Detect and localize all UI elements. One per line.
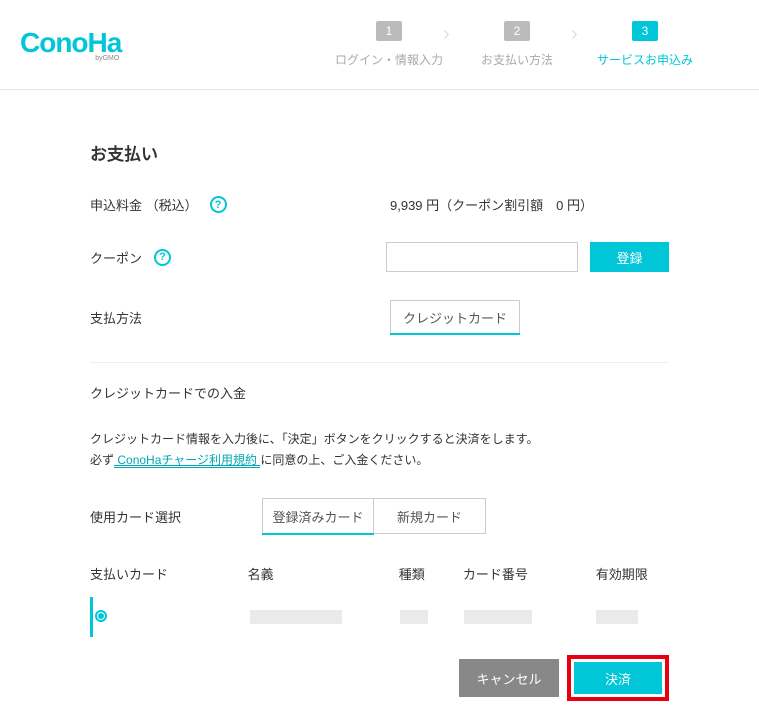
fee-label: 申込料金 （税込） xyxy=(90,195,198,214)
action-bar: キャンセル 決済 xyxy=(90,655,669,701)
help-icon[interactable]: ? xyxy=(210,196,227,213)
wizard-step-1: 1 ログイン・情報入力 xyxy=(335,21,443,68)
credit-desc-line1: クレジットカード情報を入力後に、「決定」ボタンをクリックすると決済をします。 xyxy=(90,430,669,447)
wizard-steps: 1 ログイン・情報入力 › 2 お支払い方法 › 3 サービスお申込み xyxy=(335,21,699,68)
cancel-button[interactable]: キャンセル xyxy=(459,659,559,697)
wizard-step-3: 3 サービスお申込み xyxy=(591,21,699,68)
row-coupon: クーポン ? 登録 xyxy=(90,242,669,272)
chevron-right-icon: › xyxy=(443,23,463,46)
fee-text: 9,939 円（クーポン割引額 0 円） xyxy=(390,195,593,214)
submit-highlight: 決済 xyxy=(567,655,669,701)
wizard-step-2: 2 お支払い方法 xyxy=(463,21,571,68)
separator xyxy=(90,362,669,363)
terms-link[interactable]: ConoHaチャージ利用規約 xyxy=(114,453,260,468)
credit-section-title: クレジットカードでの入金 xyxy=(90,383,669,402)
col-paycard: 支払いカード xyxy=(90,564,248,583)
cell-exp xyxy=(596,610,669,624)
card-tabs: 登録済みカード 新規カード xyxy=(262,498,486,534)
tab-registered-card[interactable]: 登録済みカード xyxy=(262,498,374,534)
step-number: 3 xyxy=(632,21,658,41)
step-label: サービスお申込み xyxy=(591,51,699,68)
credit-desc-line2: 必ず ConoHaチャージ利用規約 に同意の上、ご入金ください。 xyxy=(90,451,669,468)
coupon-input[interactable] xyxy=(386,242,578,272)
table-header: 支払いカード 名義 種類 カード番号 有効期限 xyxy=(90,564,669,583)
row-method: 支払方法 クレジットカード xyxy=(90,300,669,334)
col-type: 種類 xyxy=(399,564,463,583)
row-card-select: 使用カード選択 登録済みカード 新規カード xyxy=(90,498,669,534)
page-title: お支払い xyxy=(90,140,669,165)
row-fee: 申込料金 （税込） ? 9,939 円（クーポン割引額 0 円） xyxy=(90,195,669,214)
cell-number xyxy=(464,610,596,624)
table-row[interactable] xyxy=(90,597,669,637)
card-select-label: 使用カード選択 xyxy=(90,507,181,526)
method-credit-button[interactable]: クレジットカード xyxy=(390,300,520,334)
step-number: 1 xyxy=(376,21,402,41)
col-exp: 有効期限 xyxy=(596,564,669,583)
cell-type xyxy=(400,610,464,624)
step-label: ログイン・情報入力 xyxy=(335,51,443,68)
cell-name xyxy=(250,610,400,624)
coupon-label: クーポン xyxy=(90,248,142,267)
step-label: お支払い方法 xyxy=(463,51,571,68)
logo[interactable]: ConoHa byGMO xyxy=(20,27,121,62)
radio-selected-icon[interactable] xyxy=(95,610,107,622)
step-number: 2 xyxy=(504,21,530,41)
submit-button[interactable]: 決済 xyxy=(574,662,662,694)
coupon-register-button[interactable]: 登録 xyxy=(590,242,669,272)
col-name: 名義 xyxy=(248,564,399,583)
desc-text: に同意の上、ご入金ください。 xyxy=(260,453,428,467)
method-label: 支払方法 xyxy=(90,308,142,327)
tab-new-card[interactable]: 新規カード xyxy=(374,498,486,534)
chevron-right-icon: › xyxy=(571,23,591,46)
col-number: カード番号 xyxy=(463,564,596,583)
help-icon[interactable]: ? xyxy=(154,249,171,266)
desc-text: 必ず xyxy=(90,453,114,467)
